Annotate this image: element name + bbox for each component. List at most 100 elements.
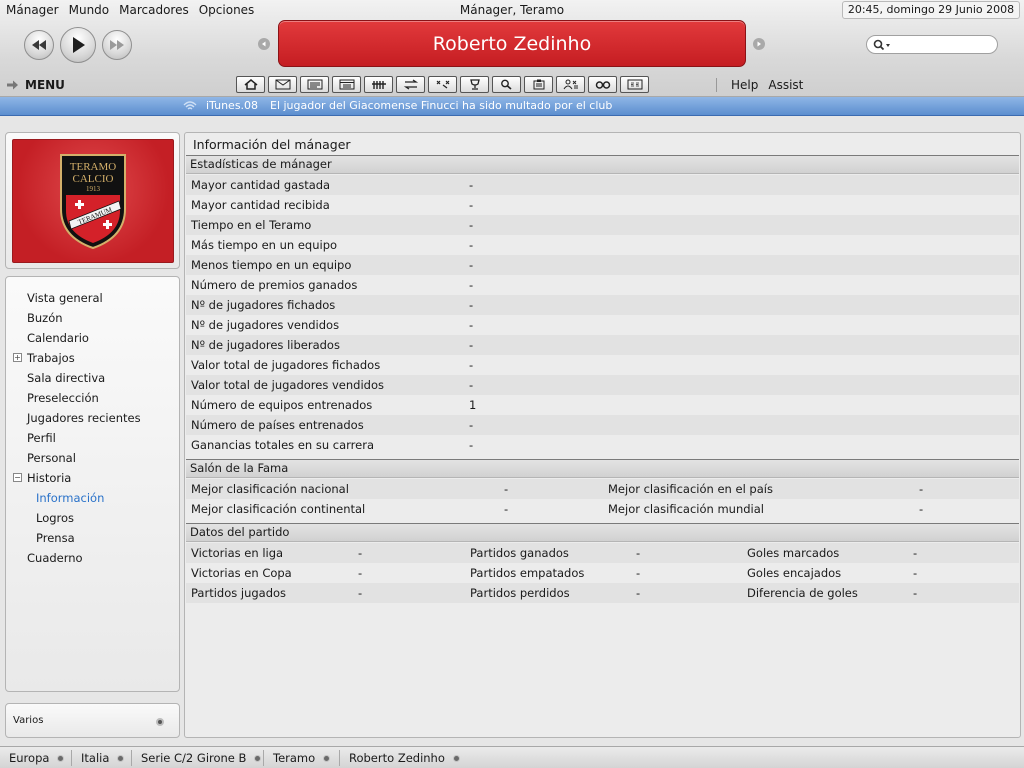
- toolbar-scouting-button[interactable]: [588, 76, 617, 93]
- ticker-message[interactable]: El jugador del Giacomense Finucci ha sid…: [270, 99, 612, 112]
- sidebar-item-jugadores-recientes[interactable]: Jugadores recientes: [6, 408, 179, 428]
- breadcrumb-menu-icon[interactable]: [57, 754, 65, 762]
- table-row: Más tiempo en un equipo -: [186, 235, 1019, 255]
- menu-mundo[interactable]: Mundo: [69, 3, 110, 17]
- breadcrumb-italia[interactable]: Italia: [81, 751, 125, 765]
- toolbar-transfers-button[interactable]: [396, 76, 425, 93]
- toolbar-squad-button[interactable]: [364, 76, 393, 93]
- sidebar-item-sala-directiva[interactable]: Sala directiva: [6, 368, 179, 388]
- news-ticker[interactable]: iTunes.08 El jugador del Giacomense Finu…: [0, 97, 1024, 116]
- game-clock[interactable]: 20:45, domingo 29 Junio 2008: [842, 1, 1020, 19]
- news-icon: [307, 79, 322, 90]
- table-row: Mayor cantidad recibida -: [186, 195, 1019, 215]
- breadcrumb-menu-icon[interactable]: [117, 754, 125, 762]
- row-value: -: [636, 546, 641, 560]
- row-label: Mayor cantidad recibida: [191, 198, 330, 212]
- toolbar-clipboard-button[interactable]: [524, 76, 553, 93]
- breadcrumb-separator: [131, 750, 132, 766]
- row-value: -: [469, 238, 474, 252]
- sidebar-item-personal[interactable]: Personal: [6, 448, 179, 468]
- sidebar-item-cuaderno[interactable]: Cuaderno: [6, 548, 179, 568]
- row-value: -: [913, 566, 918, 580]
- toolbar-news-button[interactable]: [300, 76, 329, 93]
- row-label: Número de equipos entrenados: [191, 398, 373, 412]
- sidebar-item-label: Información: [36, 491, 105, 505]
- toolbar-home-button[interactable]: [236, 76, 265, 93]
- table-row: Mejor clasificación nacional - Mejor cla…: [186, 479, 1019, 499]
- collapse-minus-icon[interactable]: −: [13, 473, 22, 482]
- chevron-left-icon: [262, 41, 266, 47]
- row-label: Nº de jugadores fichados: [191, 298, 336, 312]
- sidebar-item-logros[interactable]: Logros: [6, 508, 179, 528]
- table-row: Victorias en liga - Partidos ganados - G…: [186, 543, 1019, 563]
- next-arrow-button[interactable]: [753, 38, 765, 50]
- club-logo-box[interactable]: TERAMO CALCIO 1913 TERAMUM: [12, 139, 174, 263]
- row-value: -: [636, 566, 641, 580]
- search-input[interactable]: [866, 35, 998, 54]
- table-row: Tiempo en el Teramo -: [186, 215, 1019, 235]
- breadcrumb-menu-icon[interactable]: [254, 754, 262, 762]
- sidebar-item-calendario[interactable]: Calendario: [6, 328, 179, 348]
- menu-marcadores[interactable]: Marcadores: [119, 3, 189, 17]
- row-value: -: [469, 358, 474, 372]
- menu-label: MENU: [25, 78, 65, 92]
- breadcrumb-league[interactable]: Serie C/2 Girone B: [141, 751, 262, 765]
- toolbar-search-button[interactable]: [492, 76, 521, 93]
- options-dot-icon[interactable]: [156, 718, 164, 726]
- breadcrumb-separator: [71, 750, 72, 766]
- sidebar-item-perfil[interactable]: Perfil: [6, 428, 179, 448]
- table-row: Número de países entrenados -: [186, 415, 1019, 435]
- toolbar-mail-button[interactable]: [268, 76, 297, 93]
- toolbar-calendar-button[interactable]: [332, 76, 361, 93]
- expand-plus-icon[interactable]: +: [13, 353, 22, 362]
- table-row: Nº de jugadores fichados -: [186, 295, 1019, 315]
- breadcrumb-teramo[interactable]: Teramo: [273, 751, 331, 765]
- menu-toggle[interactable]: MENU: [6, 78, 65, 92]
- help-link[interactable]: Help: [731, 78, 758, 92]
- sidebar-nav: Vista general Buzón Calendario + Trabajos…: [6, 288, 179, 568]
- breadcrumb-europa[interactable]: Europa: [9, 751, 65, 765]
- breadcrumb-menu-icon[interactable]: [323, 754, 331, 762]
- row-value: -: [504, 502, 509, 516]
- row-value: -: [469, 298, 474, 312]
- row-value: -: [913, 546, 918, 560]
- toolbar-finances-button[interactable]: [620, 76, 649, 93]
- row-label: Número de países entrenados: [191, 418, 364, 432]
- sidebar-item-informacion[interactable]: Información: [6, 488, 179, 508]
- row-value: -: [469, 318, 474, 332]
- sidebar-item-historia[interactable]: − Historia: [6, 468, 179, 488]
- menu-opciones[interactable]: Opciones: [199, 3, 255, 17]
- sidebar-item-preseleccion[interactable]: Preselección: [6, 388, 179, 408]
- varios-panel[interactable]: Varios: [5, 703, 180, 738]
- continue-button[interactable]: [60, 27, 96, 63]
- sidebar-item-buzon[interactable]: Buzón: [6, 308, 179, 328]
- clipboard-icon: [533, 79, 544, 90]
- table-row: Menos tiempo en un equipo -: [186, 255, 1019, 275]
- table-row: Valor total de jugadores fichados -: [186, 355, 1019, 375]
- assist-link[interactable]: Assist: [768, 78, 803, 92]
- breadcrumb-label: Europa: [9, 751, 50, 765]
- table-row: Mejor clasificación continental - Mejor …: [186, 499, 1019, 519]
- sidebar-item-label: Calendario: [27, 331, 89, 345]
- toolbar-trophy-button[interactable]: [460, 76, 489, 93]
- menu-manager[interactable]: Mánager: [6, 3, 59, 17]
- forward-button[interactable]: [102, 30, 132, 60]
- home-icon: [244, 79, 257, 90]
- previous-arrow-button[interactable]: [258, 38, 270, 50]
- row-label: Mejor clasificación continental: [191, 502, 366, 516]
- sidebar-item-trabajos[interactable]: + Trabajos: [6, 348, 179, 368]
- toolbar-tactics-button[interactable]: [428, 76, 457, 93]
- page-title: Roberto Zedinho: [432, 32, 592, 55]
- table-row: Nº de jugadores liberados -: [186, 335, 1019, 355]
- breadcrumb-manager[interactable]: Roberto Zedinho: [349, 751, 460, 765]
- chevron-right-icon: [757, 41, 761, 47]
- toolbar: [236, 76, 649, 93]
- toolbar-staff-button[interactable]: [556, 76, 585, 93]
- sidebar-item-vista-general[interactable]: Vista general: [6, 288, 179, 308]
- row-value: -: [469, 418, 474, 432]
- back-button[interactable]: [24, 30, 54, 60]
- breadcrumb-label: Roberto Zedinho: [349, 751, 445, 765]
- sidebar-item-label: Buzón: [27, 311, 63, 325]
- sidebar-item-prensa[interactable]: Prensa: [6, 528, 179, 548]
- breadcrumb-menu-icon[interactable]: [452, 754, 460, 762]
